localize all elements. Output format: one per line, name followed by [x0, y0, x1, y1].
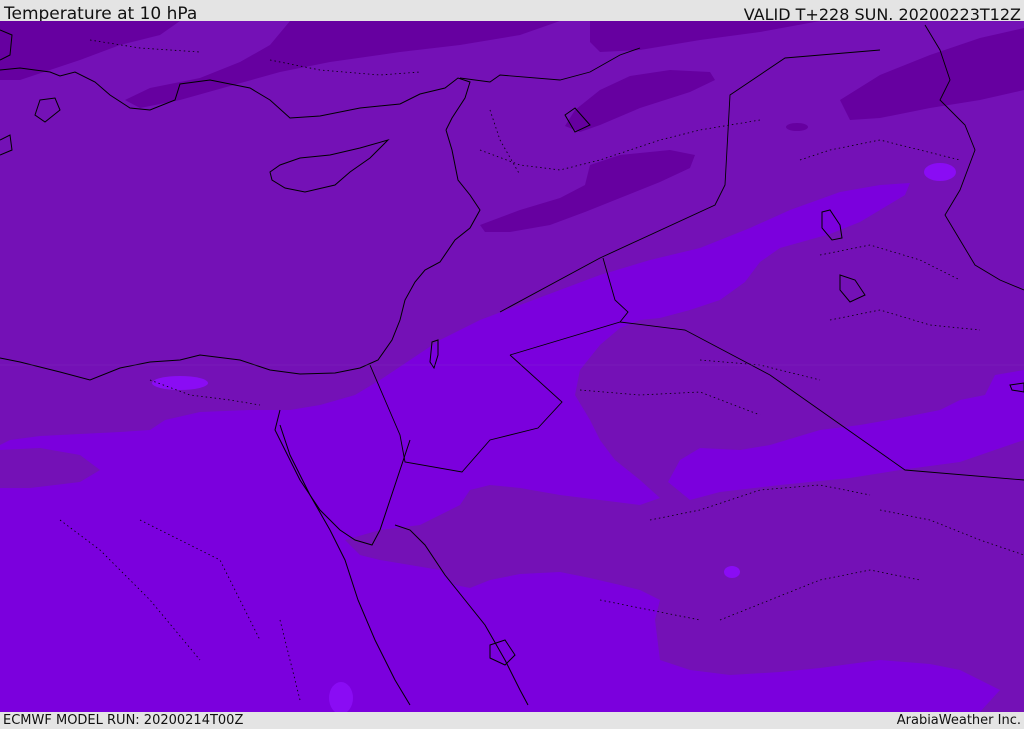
temperature-band-warmest-1 [924, 163, 956, 181]
map-canvas[interactable] [0, 21, 1024, 712]
header-bar: Temperature at 10 hPa VALID T+228 SUN. 2… [0, 0, 1024, 24]
temperature-band-cool-spot [786, 123, 808, 131]
temperature-band-warmest-4 [152, 376, 208, 390]
provider-credit: ArabiaWeather Inc. [896, 713, 1021, 728]
footer-bar: ECMWF MODEL RUN: 20200214T00Z ArabiaWeat… [0, 712, 1024, 729]
model-run-label: ECMWF MODEL RUN: 20200214T00Z [3, 713, 244, 728]
temperature-band-warmest-3 [724, 566, 740, 578]
